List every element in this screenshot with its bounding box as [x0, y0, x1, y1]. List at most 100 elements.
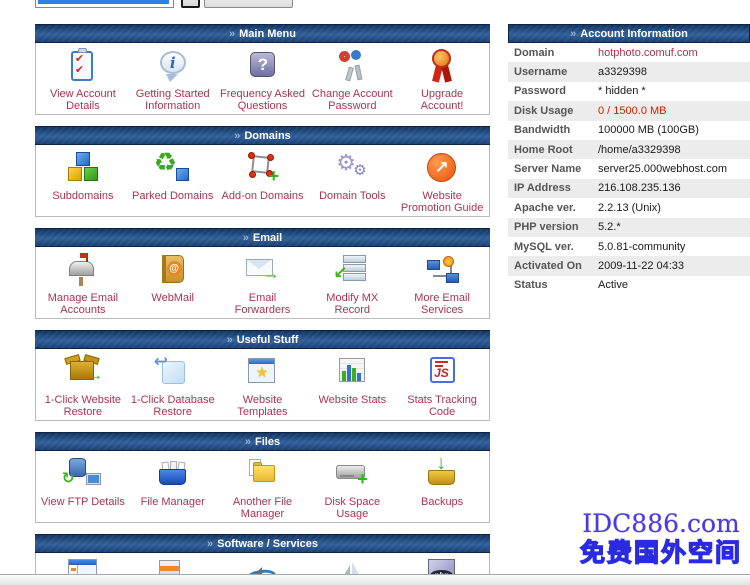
account-row-label: Home Root [508, 144, 598, 156]
account-row-label: PHP version [508, 221, 598, 233]
menu-item-webmail[interactable]: @WebMail [128, 251, 218, 304]
window-star-icon: ★ [240, 354, 284, 392]
section-title: Domains [244, 130, 290, 142]
header-bullet: » [245, 436, 251, 448]
section-header-email: » Email [35, 228, 490, 247]
menu-item-label: Stats Tracking Code [397, 394, 487, 418]
section-files: » Files ↻View FTP DetailsFile ManagerAnoth… [35, 432, 490, 523]
network-plus-icon: + [240, 150, 284, 188]
menu-item-label: Website Stats [307, 394, 397, 406]
section-body: ✔✔View Account DetailsiGetting Started I… [35, 43, 490, 115]
menu-item-add-on-domains[interactable]: +Add-on Domains [218, 149, 308, 202]
section-domains: »DomainsSubdomains♻Parked Domains+Add-on… [35, 126, 490, 217]
menu-item-label: File Manager [128, 496, 218, 508]
menu-item-frequency-asked-questions[interactable]: ?Frequency Asked Questions [218, 47, 308, 112]
menu-item-more-email-services[interactable]: More Email Services [397, 251, 487, 316]
menu-item-website-promotion-guide[interactable]: ↗Website Promotion Guide [397, 149, 487, 214]
account-row-value: 2.2.13 (Unix) [598, 202, 661, 214]
selected-text-highlight [38, 0, 169, 4]
account-row-ip-address: IP Address216.108.235.136 [508, 179, 750, 198]
account-info-title: Account Information [580, 28, 688, 40]
menu-item-change-account-password[interactable]: Change Account Password [307, 47, 397, 112]
section-title: Email [253, 232, 282, 244]
section-main-menu: »Main Menu✔✔View Account DetailsiGetting… [35, 24, 490, 115]
folder-icon [240, 456, 284, 494]
account-row-label: Status [508, 279, 598, 291]
menu-item-label: Frequency Asked Questions [218, 88, 308, 112]
menu-item-label: Modify MX Record [307, 292, 397, 316]
menu-item-file-manager[interactable]: File Manager [128, 455, 218, 508]
bar-chart-icon [330, 354, 374, 392]
create-new-button[interactable]: Create New [204, 0, 293, 8]
menu-item-label: Upgrade Account! [397, 88, 487, 112]
header-bullet: » [207, 538, 213, 550]
section-body: Subdomains♻Parked Domains+Add-on Domains… [35, 145, 490, 217]
menu-item-upgrade-account[interactable]: Upgrade Account! [397, 47, 487, 112]
watermark-site: IDC886.com [575, 510, 747, 538]
account-row-password: Password* hidden * [508, 82, 750, 101]
account-row-value: /home/a3329398 [598, 144, 681, 156]
menu-item-view-ftp-details[interactable]: ↻View FTP Details [38, 455, 128, 508]
clipboard-checks-icon: ✔✔ [61, 48, 105, 86]
header-bullet: » [227, 334, 233, 346]
menu-item-backups[interactable]: ↓Backups [397, 455, 487, 508]
section-body: →1-Click Website Restore↩1-Click Databas… [35, 349, 490, 421]
menu-item-1-click-website-restore[interactable]: →1-Click Website Restore [38, 353, 128, 418]
menu-item-1-click-database-restore[interactable]: ↩1-Click Database Restore [128, 353, 218, 418]
account-row-label: Bandwidth [508, 124, 598, 136]
menu-item-modify-mx-record[interactable]: ↙Modify MX Record [307, 251, 397, 316]
section-title: Files [255, 436, 280, 448]
account-row-value: 0 / 1500.0 MB [598, 105, 667, 117]
cube-restore-icon: ↩ [151, 354, 195, 392]
backup-tray-icon: ↓ [420, 456, 464, 494]
menu-item-label: Domain Tools [307, 190, 397, 202]
account-row-value: server25.000webhost.com [598, 163, 727, 175]
section-header-main-menu: »Main Menu [35, 24, 490, 43]
section-useful-stuff: »Useful Stuff→1-Click Website Restore↩1-… [35, 330, 490, 421]
menu-item-label: View Account Details [38, 88, 128, 112]
account-row-label: Password [508, 85, 598, 97]
menu-item-label: Getting Started Information [128, 88, 218, 112]
cubes-icon [61, 150, 105, 188]
menu-item-website-templates[interactable]: ★Website Templates [218, 353, 308, 418]
menu-item-disk-space-usage[interactable]: +Disk Space Usage [307, 455, 397, 520]
menu-item-label: Subdomains [38, 190, 128, 202]
account-row-label: IP Address [508, 182, 598, 194]
menu-item-label: Disk Space Usage [307, 496, 397, 520]
account-row-apache-ver: Apache ver.2.2.13 (Unix) [508, 198, 750, 217]
menu-item-another-file-manager[interactable]: Another File Manager [218, 455, 308, 520]
menu-item-website-stats[interactable]: Website Stats [307, 353, 397, 406]
go-button[interactable]: Go [181, 0, 200, 8]
header-bullet: » [570, 28, 576, 40]
account-row-activated-on: Activated On2009-11-22 04:33 [508, 256, 750, 275]
menu-item-domain-tools[interactable]: ⚙⚙Domain Tools [307, 149, 397, 202]
envelope-forward-icon: → [240, 252, 284, 290]
menu-item-view-account-details[interactable]: ✔✔View Account Details [38, 47, 128, 112]
menu-item-label: View FTP Details [38, 496, 128, 508]
account-row-php-version: PHP version5.2.* [508, 218, 750, 237]
menu-item-label: Website Templates [218, 394, 308, 418]
menu-item-getting-started-information[interactable]: iGetting Started Information [128, 47, 218, 112]
account-row-username: Usernamea3329398 [508, 62, 750, 81]
account-row-home-root: Home Root/home/a3329398 [508, 140, 750, 159]
account-row-value: 100000 MB (100GB) [598, 124, 699, 136]
header-bullet: » [243, 232, 249, 244]
question-mark-icon: ? [240, 48, 284, 86]
box-restore-icon: → [61, 354, 105, 392]
account-info-panel: »Account Information Domainhotphoto.comu… [508, 24, 750, 295]
section-header-useful-stuff: »Useful Stuff [35, 330, 490, 349]
domain-select-input[interactable] [35, 0, 174, 8]
section-header-software-services: »Software / Services [35, 534, 490, 553]
section-header-files: » Files [35, 432, 490, 451]
account-row-value[interactable]: hotphoto.comuf.com [598, 47, 698, 59]
menu-item-manage-email-accounts[interactable]: Manage Email Accounts [38, 251, 128, 316]
menu-item-email-forwarders[interactable]: →Email Forwarders [218, 251, 308, 316]
menu-sections: »Main Menu✔✔View Account DetailsiGetting… [35, 24, 490, 585]
menu-item-stats-tracking-code[interactable]: JSStats Tracking Code [397, 353, 487, 418]
account-row-value: 2009-11-22 04:33 [598, 260, 684, 272]
menu-item-parked-domains[interactable]: ♻Parked Domains [128, 149, 218, 202]
recycle-cube-icon: ♻ [151, 150, 195, 188]
menu-item-subdomains[interactable]: Subdomains [38, 149, 128, 202]
header-bullet: » [229, 28, 235, 40]
menu-item-label: WebMail [128, 292, 218, 304]
